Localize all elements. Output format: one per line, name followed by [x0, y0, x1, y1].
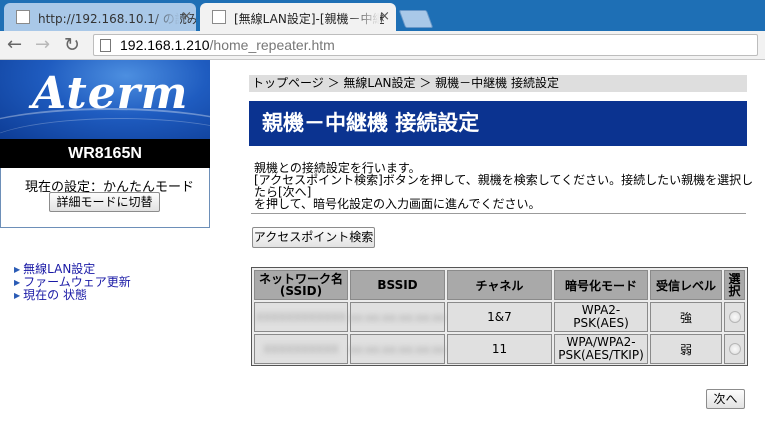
table-row-1-signal: 強	[650, 302, 722, 332]
header-ssid: ネットワーク名 (SSID)	[254, 270, 348, 300]
description: 親機との接続設定を行います。 [アクセスポイント検索]ボタンを押して、親機を検索…	[254, 161, 754, 211]
header-signal: 受信レベル	[650, 270, 722, 300]
aterm-logo: Aterm	[0, 60, 210, 139]
access-point-table: ネットワーク名 (SSID) BSSID チャネル 暗号化モード 受信レベル 選択…	[251, 267, 748, 366]
new-tab-button[interactable]	[398, 10, 434, 28]
switch-to-advanced-mode-button[interactable]: 詳細モードに切替	[49, 192, 160, 212]
select-radio-button[interactable]	[728, 343, 741, 355]
close-tab-icon[interactable]: ×	[379, 9, 390, 24]
bullet-triangle-icon: ▶	[14, 291, 21, 300]
table-row-1-ssid: XXXXXXXXXXXX	[254, 302, 348, 332]
nav-item-current-status[interactable]: ▶ 現在の 状態	[14, 289, 131, 302]
select-radio-button[interactable]	[728, 311, 741, 323]
mode-panel: 現在の設定：かんたんモード 詳細モードに切替	[0, 168, 210, 228]
browser-tab-1[interactable]: http://192.168.10.1/ の読み ×	[4, 3, 196, 31]
browser-tabstrip: http://192.168.10.1/ の読み × [無線LAN設定]-[親機…	[0, 0, 765, 31]
table-row-1-encryption: WPA2- PSK(AES)	[554, 302, 648, 332]
bullet-triangle-icon: ▶	[14, 265, 21, 274]
address-bar[interactable]: 192.168.1.210/home_repeater.htm	[93, 34, 758, 56]
header-bssid: BSSID	[350, 270, 445, 300]
table-row-2-select	[724, 334, 745, 364]
table-row-2-signal: 弱	[650, 334, 722, 364]
page-favicon-icon	[16, 10, 30, 24]
reload-icon[interactable]: ↻	[64, 35, 80, 55]
browser-toolbar: ← → ↻ 192.168.1.210/home_repeater.htm	[0, 31, 765, 60]
table-row-1-select	[724, 302, 745, 332]
bullet-triangle-icon: ▶	[14, 278, 21, 287]
table-row-1-bssid: xx:xx:xx:xx:xx:xx	[349, 302, 446, 332]
url-text: 192.168.1.210/home_repeater.htm	[120, 37, 335, 53]
forward-arrow-icon[interactable]: →	[35, 35, 50, 55]
back-arrow-icon[interactable]: ←	[7, 35, 22, 55]
page-favicon-icon	[212, 10, 226, 24]
next-button[interactable]: 次へ	[706, 389, 745, 409]
divider	[251, 213, 746, 214]
access-point-search-button[interactable]: アクセスポイント検索	[252, 227, 375, 248]
breadcrumb: トップページ ＞ 無線LAN設定 ＞ 親機－中継機 接続設定	[249, 75, 747, 92]
logo-text: Aterm	[32, 68, 189, 119]
browser-tab-2[interactable]: [無線LAN設定]-[親機－中継 ×	[200, 3, 396, 31]
page-title: 親機－中継機 接続設定	[249, 101, 747, 146]
table-row-2-encryption: WPA/WPA2- PSK(AES/TKIP)	[554, 334, 648, 364]
page-icon	[100, 39, 111, 52]
header-channel: チャネル	[447, 270, 552, 300]
table-row-2-ssid: XXXXXXXXXX	[254, 334, 348, 364]
table-row-2-channel: 11	[447, 334, 552, 364]
table-row-2-bssid: xx:xx:xx:xx:xx:xx	[349, 334, 446, 364]
header-encryption: 暗号化モード	[554, 270, 648, 300]
header-select: 選択	[724, 270, 745, 300]
left-nav: ▶ 無線LAN設定 ▶ ファームウェア更新 ▶ 現在の 状態	[14, 263, 131, 302]
close-tab-icon[interactable]: ×	[181, 9, 192, 24]
table-row-1-channel: 1&7	[447, 302, 552, 332]
model-name: WR8165N	[0, 139, 210, 168]
